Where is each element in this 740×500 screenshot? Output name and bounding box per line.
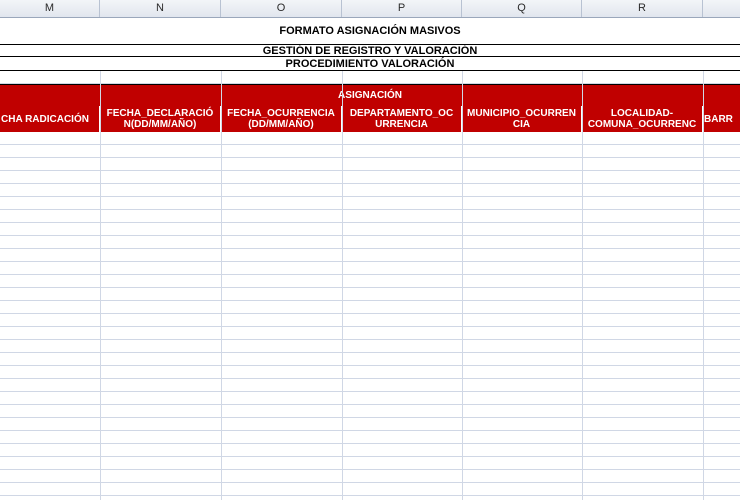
table-row[interactable] <box>0 470 740 483</box>
sheet-title[interactable]: FORMATO ASIGNACIÓN MASIVOS <box>0 18 740 44</box>
cell-grid[interactable] <box>0 132 740 500</box>
table-row[interactable] <box>0 483 740 496</box>
sheet-subtitle-registro[interactable]: GESTIÓN DE REGISTRO Y VALORACIÓN <box>0 44 740 57</box>
table-row[interactable] <box>0 353 740 366</box>
table-row[interactable] <box>0 366 740 379</box>
table-row[interactable] <box>0 314 740 327</box>
header-barrio[interactable]: BARR <box>703 106 740 132</box>
column-header-s[interactable] <box>703 0 740 17</box>
spreadsheet-sheet: FORMATO ASIGNACIÓN MASIVOS GESTIÓN DE RE… <box>0 18 740 500</box>
header-fecha-radicacion[interactable]: CHA RADICACIÓN <box>0 106 100 132</box>
table-row[interactable] <box>0 223 740 236</box>
column-header-o[interactable]: O <box>221 0 342 17</box>
header-departamento-ocurrencia[interactable]: DEPARTAMENTO_OC URRENCIA <box>342 106 462 132</box>
column-header-r[interactable]: R <box>582 0 703 17</box>
table-row[interactable] <box>0 249 740 262</box>
group-header-asignacion[interactable]: ASIGNACIÓN <box>0 84 740 106</box>
table-row[interactable] <box>0 158 740 171</box>
table-row[interactable] <box>0 275 740 288</box>
table-row[interactable] <box>0 418 740 431</box>
field-header-row: CHA RADICACIÓN FECHA_DECLARACIÓ N(DD/MM/… <box>0 106 740 132</box>
table-row[interactable] <box>0 301 740 314</box>
column-divider <box>221 71 222 500</box>
header-fecha-ocurrencia[interactable]: FECHA_OCURRENCIA (DD/MM/AÑO) <box>221 106 342 132</box>
empty-row[interactable] <box>0 71 740 84</box>
table-row[interactable] <box>0 392 740 405</box>
table-row[interactable] <box>0 457 740 470</box>
table-row[interactable] <box>0 145 740 158</box>
header-fecha-declaracion[interactable]: FECHA_DECLARACIÓ N(DD/MM/AÑO) <box>100 106 221 132</box>
table-row[interactable] <box>0 210 740 223</box>
sheet-subtitle-procedimiento[interactable]: PROCEDIMIENTO VALORACIÓN <box>0 57 740 71</box>
column-header-bar: M N O P Q R <box>0 0 740 18</box>
table-row[interactable] <box>0 132 740 145</box>
column-divider <box>342 71 343 500</box>
table-row[interactable] <box>0 288 740 301</box>
table-row[interactable] <box>0 327 740 340</box>
column-divider <box>703 71 704 500</box>
table-row[interactable] <box>0 405 740 418</box>
column-header-m[interactable]: M <box>0 0 100 17</box>
table-row[interactable] <box>0 184 740 197</box>
column-header-q[interactable]: Q <box>462 0 582 17</box>
table-row[interactable] <box>0 379 740 392</box>
header-municipio-ocurrencia[interactable]: MUNICIPIO_OCURREN CIA <box>462 106 582 132</box>
header-localidad-comuna[interactable]: LOCALIDAD- COMUNA_OCURRENC <box>582 106 703 132</box>
column-divider <box>100 71 101 500</box>
table-row[interactable] <box>0 197 740 210</box>
table-row[interactable] <box>0 431 740 444</box>
table-row[interactable] <box>0 444 740 457</box>
column-header-p[interactable]: P <box>342 0 462 17</box>
table-row[interactable] <box>0 236 740 249</box>
table-row[interactable] <box>0 171 740 184</box>
column-divider <box>582 71 583 500</box>
table-row[interactable] <box>0 340 740 353</box>
table-row[interactable] <box>0 496 740 500</box>
column-divider <box>462 71 463 500</box>
column-header-n[interactable]: N <box>100 0 221 17</box>
table-row[interactable] <box>0 262 740 275</box>
